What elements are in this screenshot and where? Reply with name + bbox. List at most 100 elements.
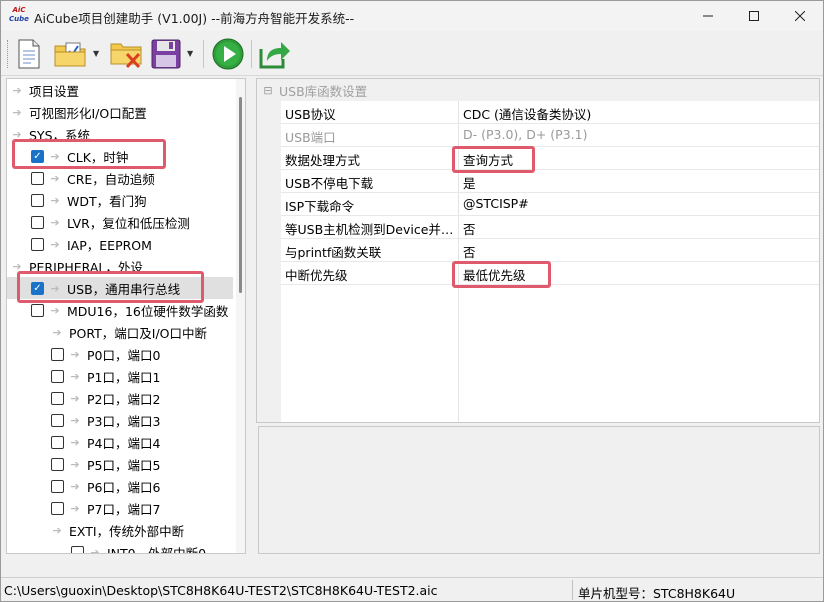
tree-scrollbar[interactable] [236,79,245,553]
tree-item[interactable]: ➔ P0口，端口0 [7,343,233,365]
project-path: C:\Users\guoxin\Desktop\STC8H8K64U-TEST2… [4,583,438,598]
tree-item[interactable]: ➔ 项目设置 [7,79,233,101]
tree-item-checkbox[interactable] [51,501,64,515]
new-project-icon [18,39,40,69]
tree-item[interactable]: ➔ P5口，端口5 [7,453,233,475]
property-name: 与printf函数关联 [285,245,382,260]
tree-item-label: IAP，EEPROM [67,237,152,253]
tree-item-checkbox[interactable]: ✓ [31,149,44,163]
tree-item-checkbox[interactable] [31,171,44,185]
tree-item-checkbox[interactable]: ✓ [31,281,44,295]
tree-item[interactable]: ➔ WDT，看门狗 [7,189,233,211]
property-row[interactable]: USB端口 D- (P3.0), D+ (P3.1) [281,124,819,147]
property-row[interactable]: USB协议 CDC (通信设备类协议) [281,101,819,124]
tree-item[interactable]: ➔ P6口，端口6 [7,475,233,497]
tree-item-checkbox[interactable] [51,347,64,361]
tree-item[interactable]: ➔ LVR，复位和低压检测 [7,211,233,233]
tree-item-checkbox[interactable] [51,413,64,427]
config-tree[interactable]: ➔ 项目设置 ➔ 可视图形化I/O口配置 ➔ SYS，系统 ✓ ➔ CLK，时钟 ➔ CRE，自动追… [6,78,246,554]
property-value[interactable]: 是 [463,173,476,192]
tree-item-checkbox[interactable] [31,193,44,207]
save-dropdown-icon[interactable]: ▼ [187,49,193,58]
tree-item-label: P5口，端口5 [87,457,161,473]
property-row[interactable]: ISP下载命令 @STCISP# [281,193,819,216]
tree-item-label: P7口，端口7 [87,501,161,517]
edit-config-dropdown-icon[interactable]: ▼ [93,49,99,58]
tree-item-checkbox[interactable] [31,215,44,229]
tree-item-label: SYS，系统 [29,127,91,143]
export-icon [259,42,290,69]
tree-item-label: USB，通用串行总线 [67,281,181,297]
arrow-right-icon: ➔ [12,127,22,141]
property-row[interactable]: 等USB主机检测到Device并… 否 [281,216,819,239]
maximize-icon [749,11,759,21]
export-button[interactable] [257,36,293,72]
property-row[interactable]: 数据处理方式 查询方式 [281,147,819,170]
tree-item[interactable]: ➔ P2口，端口2 [7,387,233,409]
main-window: AiC Cube AiCube项目创建助手 (V1.00J) --前海方舟智能开… [0,0,824,602]
property-name: 中断优先级 [285,268,348,283]
property-value[interactable]: 否 [463,219,476,238]
property-row[interactable]: 与printf函数关联 否 [281,239,819,262]
arrow-right-icon: ➔ [50,303,60,317]
property-row[interactable]: 中断优先级 最低优先级 [281,262,819,285]
tree-item-label: P2口，端口2 [87,391,161,407]
tree-item[interactable]: ➔ PORT，端口及I/O口中断 [7,321,233,343]
arrow-right-icon: ➔ [50,237,60,251]
tree-item[interactable]: ➔ P7口，端口7 [7,497,233,519]
run-button[interactable] [209,36,247,72]
app-logo-icon: AiC Cube [9,6,29,23]
property-value[interactable]: D- (P3.0), D+ (P3.1) [463,127,587,142]
tree-item-checkbox[interactable] [31,237,44,251]
arrow-right-icon: ➔ [70,413,80,427]
tree-item[interactable]: ➔ P3口，端口3 [7,409,233,431]
tree-item-label: CRE，自动追频 [67,171,155,187]
tree-item[interactable]: ➔ P4口，端口4 [7,431,233,453]
tree-item-checkbox[interactable] [71,545,84,553]
tree-item[interactable]: ✓ ➔ USB，通用串行总线 [7,277,233,299]
tree-item-label: P6口，端口6 [87,479,161,495]
tree-item-label: MDU16，16位硬件数学函数 [67,303,229,319]
toolbar-grip[interactable] [7,40,10,68]
edit-config-icon [54,42,86,67]
tree-item[interactable]: ➔ EXTI，传统外部中断 [7,519,233,541]
tree-item[interactable]: ➔ PERIPHERAL，外设 [7,255,233,277]
tree-item-label: 项目设置 [29,83,80,99]
property-value[interactable]: 否 [463,242,476,261]
collapse-icon[interactable]: ⊟ [257,84,279,97]
tree-item-checkbox[interactable] [51,435,64,449]
tree-item[interactable]: ➔ IAP，EEPROM [7,233,233,255]
tree-item-checkbox[interactable] [51,369,64,383]
property-grid[interactable]: ⊟ USB库函数设置 USB协议 CDC (通信设备类协议) USB端口 D- (P3… [256,78,820,423]
close-button[interactable] [777,1,823,31]
save-button[interactable] [149,36,183,72]
property-value[interactable]: 最低优先级 [463,265,526,284]
tree-item[interactable]: ➔ MDU16，16位硬件数学函数 [7,299,233,321]
tree-item-checkbox[interactable] [31,303,44,317]
property-row[interactable]: USB不停电下载 是 [281,170,819,193]
tree-item-label: PERIPHERAL，外设 [29,259,143,275]
tree-scroll-thumb[interactable] [239,97,242,293]
tree-item-label: P0口，端口0 [87,347,161,363]
property-value[interactable]: 查询方式 [463,150,513,169]
minimize-button[interactable] [685,1,731,31]
new-project-button[interactable] [13,36,45,72]
tree-item[interactable]: ➔ P1口，端口1 [7,365,233,387]
close-icon [795,11,805,21]
property-value[interactable]: CDC (通信设备类协议) [463,104,591,123]
property-name: 等USB主机检测到Device并… [285,222,454,237]
property-value[interactable]: @STCISP# [463,196,529,211]
tree-item-checkbox[interactable] [51,457,64,471]
tree-item-checkbox[interactable] [51,479,64,493]
tree-item[interactable]: ➔ INT0，外部中断0 [7,541,233,553]
edit-config-button[interactable] [53,36,89,72]
close-project-button[interactable] [109,36,145,72]
tree-item[interactable]: ➔ 可视图形化I/O口配置 [7,101,233,123]
tree-item-checkbox[interactable] [51,391,64,405]
title-bar[interactable]: AiC Cube AiCube项目创建助手 (V1.00J) --前海方舟智能开… [1,1,823,31]
maximize-button[interactable] [731,1,777,31]
property-category[interactable]: ⊟ USB库函数设置 [257,79,819,101]
tree-item[interactable]: ➔ SYS，系统 [7,123,233,145]
tree-item[interactable]: ✓ ➔ CLK，时钟 [7,145,233,167]
tree-item[interactable]: ➔ CRE，自动追频 [7,167,233,189]
